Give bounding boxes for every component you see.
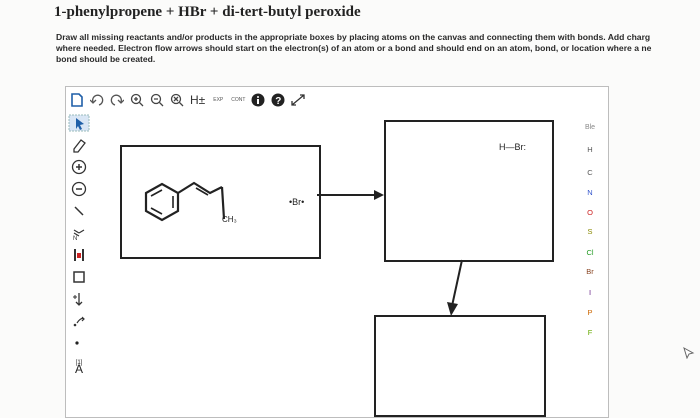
zoom-reset-icon[interactable] <box>170 92 184 108</box>
reactant-box[interactable]: CH₃ •Br• <box>120 145 321 259</box>
expand-button[interactable]: EXP <box>211 92 225 108</box>
cursor-icon <box>683 347 695 359</box>
reaction-arrow-right-icon <box>317 190 384 200</box>
element-h[interactable]: H <box>573 145 607 154</box>
zoom-in-icon[interactable] <box>130 92 144 108</box>
fullscreen-icon[interactable] <box>291 92 306 108</box>
hbr-molecule: H—Br: <box>499 142 526 152</box>
rectangle-icon[interactable] <box>66 266 92 288</box>
help-icon[interactable]: ? <box>271 92 285 108</box>
reaction-arrow-down-icon <box>447 259 463 316</box>
svg-text:N: N <box>73 236 77 241</box>
element-s[interactable]: S <box>573 227 607 236</box>
hydrogen-toggle-button[interactable]: H± <box>190 92 205 108</box>
lone-pair-icon[interactable] <box>66 332 92 354</box>
methyl-label: CH₃ <box>222 215 237 224</box>
arrow-tool-icon[interactable] <box>66 288 92 310</box>
contract-label: CONT <box>231 97 246 103</box>
element-i[interactable]: I <box>573 288 607 297</box>
double-bond-icon[interactable]: N <box>66 222 92 244</box>
element-n[interactable]: N <box>573 188 607 197</box>
element-c[interactable]: C <box>573 168 607 177</box>
zoom-out-icon[interactable] <box>150 92 164 108</box>
instruction-line-1: Draw all missing reactants and/or produc… <box>56 32 651 42</box>
intermediate-box[interactable]: H—Br: <box>384 120 554 262</box>
redo-icon[interactable] <box>110 92 124 108</box>
negative-charge-icon[interactable] <box>66 178 92 200</box>
page-title: 1-phenylpropene + HBr + di-tert-butyl pe… <box>54 4 361 20</box>
element-cl[interactable]: Cl <box>573 248 607 257</box>
atom-label-tool[interactable]: A <box>66 358 92 380</box>
select-tool-icon[interactable] <box>66 112 92 134</box>
periodic-table-icon[interactable]: Ble <box>573 124 607 131</box>
instructions: Draw all missing reactants and/or produc… <box>56 32 700 65</box>
undo-icon[interactable] <box>90 92 104 108</box>
element-br[interactable]: Br <box>573 267 607 276</box>
template-icon[interactable] <box>66 244 92 266</box>
new-document-icon[interactable] <box>70 92 84 108</box>
element-p[interactable]: P <box>573 308 607 317</box>
svg-text:?: ? <box>276 96 282 107</box>
instruction-line-2: where needed. Electron flow arrows shoul… <box>56 43 652 53</box>
curved-arrow-icon[interactable] <box>66 310 92 332</box>
product-box[interactable] <box>374 315 546 417</box>
contract-button[interactable]: CONT <box>231 92 245 108</box>
positive-charge-icon[interactable] <box>66 156 92 178</box>
instruction-line-3: bond should be created. <box>56 54 156 64</box>
bromine-radical: •Br• <box>289 197 305 207</box>
top-toolbar: H± EXP CONT ? <box>70 90 306 110</box>
expand-label: EXP <box>213 97 224 103</box>
element-f[interactable]: F <box>573 328 607 337</box>
info-icon[interactable] <box>251 92 265 108</box>
element-o[interactable]: O <box>573 208 607 217</box>
single-bond-icon[interactable] <box>66 200 92 222</box>
eraser-icon[interactable] <box>66 134 92 156</box>
left-toolbar: N [1] A <box>66 112 92 376</box>
